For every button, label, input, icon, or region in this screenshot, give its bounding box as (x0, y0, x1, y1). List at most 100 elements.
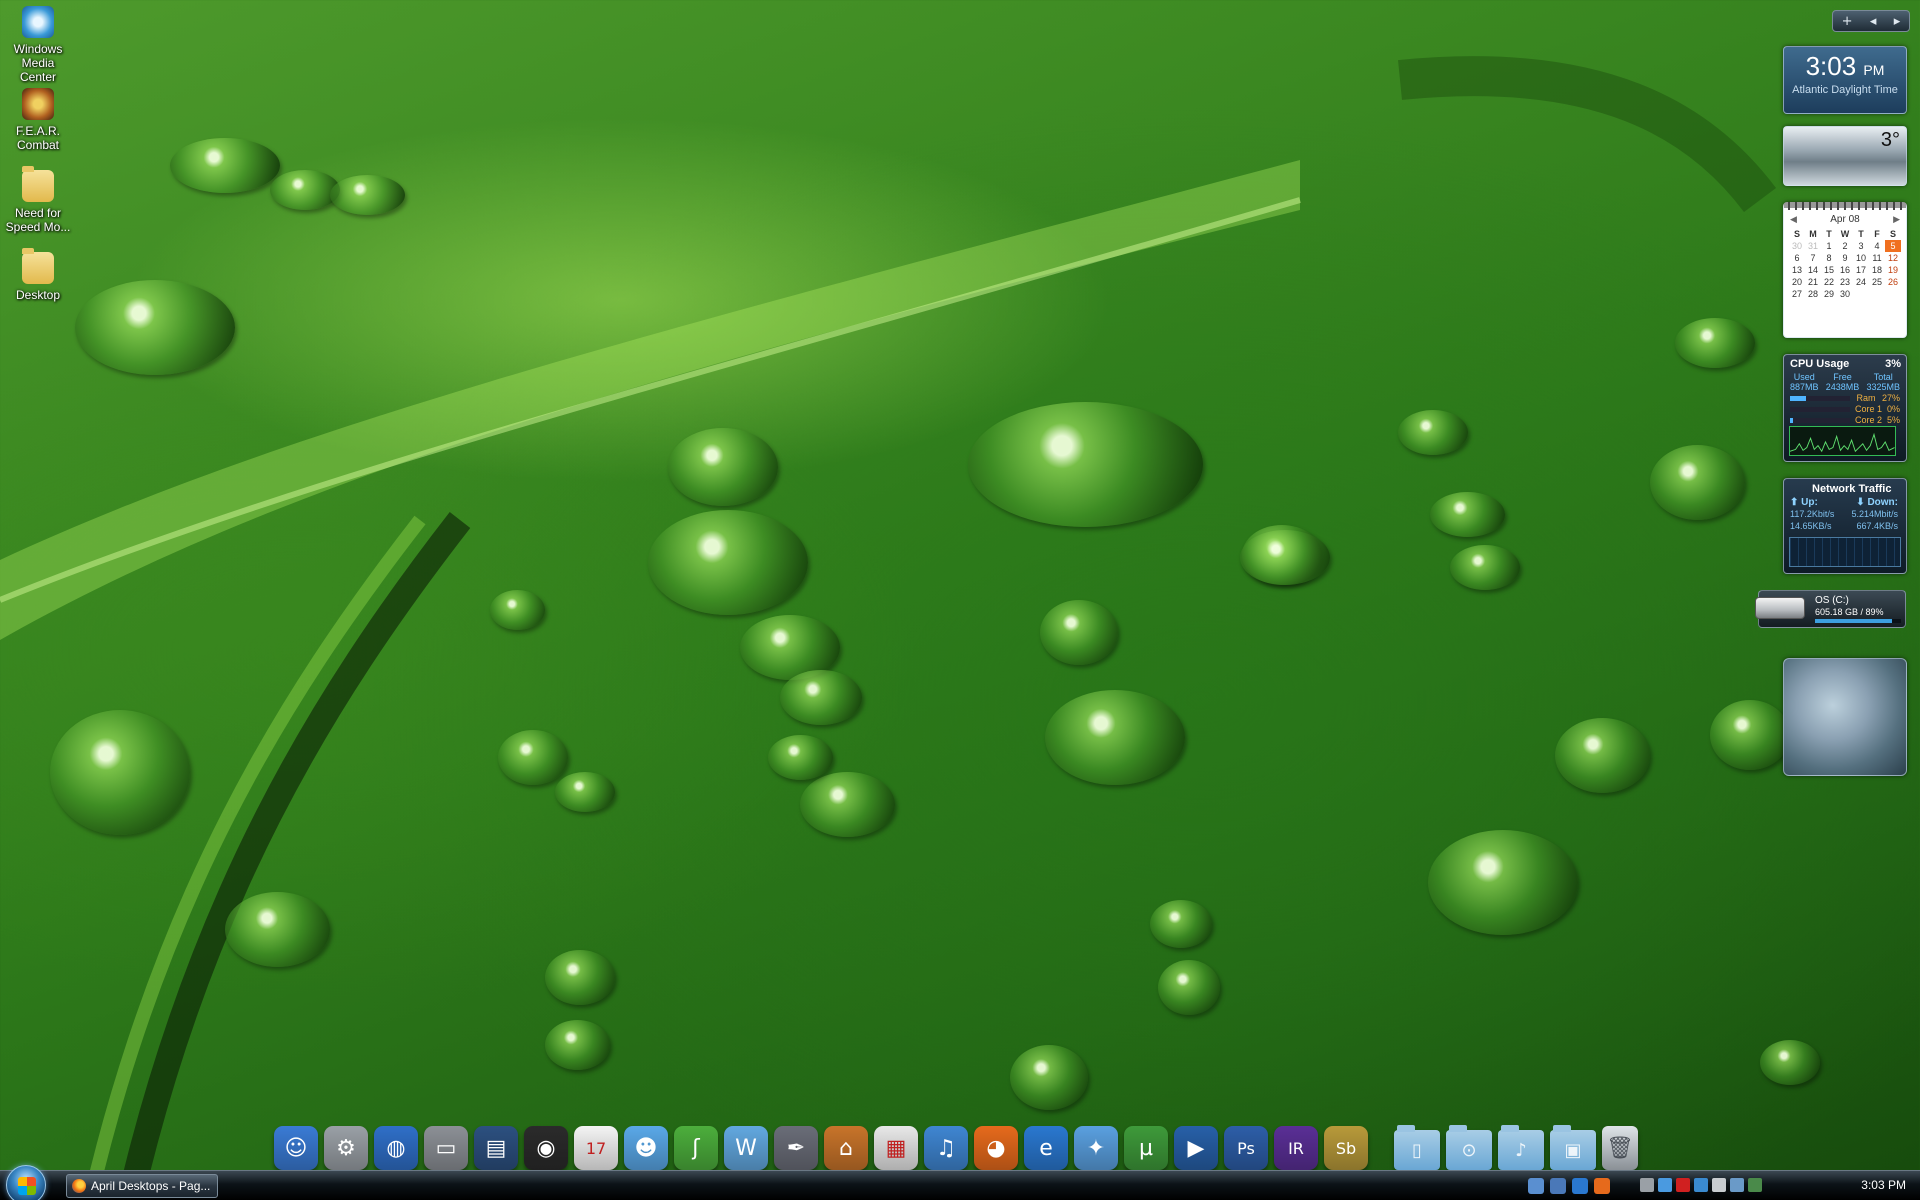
desktop-icon-need-for-speed[interactable]: Need for Speed Mo... (2, 166, 74, 234)
calendar-day[interactable]: 1 (1821, 240, 1837, 252)
calendar-day[interactable]: 12 (1885, 252, 1901, 264)
calendar-rings (1788, 202, 1902, 210)
calendar-day[interactable]: 3 (1853, 240, 1869, 252)
media-player-icon[interactable]: ▶ (1174, 1126, 1218, 1170)
chart-icon[interactable]: ▦ (874, 1126, 918, 1170)
calendar-day[interactable]: 10 (1853, 252, 1869, 264)
cpu-row-label: Core 2 (1854, 415, 1882, 425)
calendar-prev-icon[interactable]: ◀ (1790, 214, 1797, 225)
calendar-day[interactable]: 29 (1821, 288, 1837, 300)
dock-icon-glyph: ◕ (986, 1135, 1006, 1161)
calendar-day[interactable]: 6 (1789, 252, 1805, 264)
calendar-day[interactable]: 8 (1821, 252, 1837, 264)
dock-icon-glyph: ◉ (536, 1135, 556, 1161)
taskbar-window-button[interactable]: April Desktops - Pag... (66, 1174, 218, 1198)
desktop-icon-fear-combat[interactable]: F.E.A.R. Combat (2, 88, 74, 152)
calendar-day[interactable]: 18 (1869, 264, 1885, 276)
calendar-day[interactable]: 25 (1869, 276, 1885, 288)
update-icon[interactable] (1694, 1178, 1708, 1192)
pen-tool-icon[interactable]: ✒ (774, 1126, 818, 1170)
add-gadget-button[interactable]: + (1842, 14, 1853, 29)
start-button[interactable] (6, 1165, 46, 1200)
music-stack-icon[interactable]: ♪ (1498, 1125, 1544, 1170)
calendar-day[interactable]: 26 (1885, 276, 1901, 288)
messenger-icon[interactable]: ☻ (624, 1126, 668, 1170)
utorrent-icon[interactable]: µ (1124, 1126, 1168, 1170)
antivirus-icon[interactable] (1676, 1178, 1690, 1192)
desktop-icon-windows-media-center[interactable]: Windows Media Center (2, 6, 74, 84)
calendar-day[interactable]: 23 (1837, 276, 1853, 288)
calendar-day[interactable]: 2 (1837, 240, 1853, 252)
desktop-icon-desktop[interactable]: Desktop (2, 248, 74, 302)
calendar-day[interactable]: 28 (1805, 288, 1821, 300)
taskbar-clock[interactable]: 3:03 PM (1861, 1178, 1906, 1192)
network-icon[interactable] (1658, 1178, 1672, 1192)
pictures-stack-icon[interactable]: ▣ (1550, 1125, 1596, 1170)
switch-windows-icon[interactable] (1550, 1178, 1566, 1194)
system-preferences-icon[interactable]: ⚙ (324, 1126, 368, 1170)
camera-lens-icon[interactable]: ◉ (524, 1126, 568, 1170)
calendar-day[interactable]: 15 (1821, 264, 1837, 276)
hard-drive-icon (1755, 597, 1805, 619)
dreamweaver-icon[interactable]: ʃ (674, 1126, 718, 1170)
calendar-day[interactable]: 14 (1805, 264, 1821, 276)
volume-icon[interactable] (1712, 1178, 1726, 1192)
next-page-button[interactable]: ▸ (1894, 14, 1901, 29)
calendar-day[interactable]: 31 (1805, 240, 1821, 252)
calendar-day[interactable]: 11 (1869, 252, 1885, 264)
calendar-day[interactable]: 4 (1869, 240, 1885, 252)
media-strip-icon[interactable]: ▤ (474, 1126, 518, 1170)
word-icon[interactable]: W (724, 1126, 768, 1170)
show-desktop-icon[interactable] (1528, 1178, 1544, 1194)
trash-icon[interactable]: 🗑 (1602, 1126, 1638, 1170)
calendar-day[interactable]: 7 (1805, 252, 1821, 264)
stack-glyph: ♪ (1515, 1139, 1527, 1161)
keynote-icon[interactable]: ⌂ (824, 1126, 868, 1170)
calendar-day[interactable]: 30 (1789, 240, 1805, 252)
photoshop-icon[interactable]: Ps (1224, 1126, 1268, 1170)
calendar-day[interactable]: 21 (1805, 276, 1821, 288)
calendar-week-row: 6 7 8 9 10 11 12 (1789, 252, 1901, 264)
weather-gadget[interactable]: 3° (1783, 126, 1907, 186)
calendar-next-icon[interactable]: ▶ (1893, 214, 1900, 225)
itunes-icon[interactable]: ♫ (924, 1126, 968, 1170)
calendar-icon[interactable]: 17 (574, 1126, 618, 1170)
calendar-gadget[interactable]: ◀ Apr 08 ▶ S M T W T F S 30 31 1 2 3 4 5 6 7 8 9 10 11 12 13 1… (1783, 202, 1907, 338)
network-traffic-gadget[interactable]: Network Traffic ⬆ Up: ⬇ Down: 117.2Kbit/… (1783, 478, 1907, 574)
calendar-day[interactable]: 16 (1837, 264, 1853, 276)
soundbooth-icon[interactable]: Sb (1324, 1126, 1368, 1170)
network-globe-icon[interactable]: ◍ (374, 1126, 418, 1170)
documents-stack-icon[interactable]: ▯ (1394, 1125, 1440, 1170)
previous-page-button[interactable]: ◂ (1870, 14, 1877, 29)
firefox-icon[interactable] (1594, 1178, 1610, 1194)
finder-icon[interactable]: ☺ (274, 1126, 318, 1170)
calendar-day[interactable]: 13 (1789, 264, 1805, 276)
calendar-day[interactable]: 20 (1789, 276, 1805, 288)
calendar-day[interactable]: 30 (1837, 288, 1853, 300)
internet-explorer-icon[interactable] (1572, 1178, 1588, 1194)
safely-remove-icon[interactable] (1748, 1178, 1762, 1192)
calendar-day[interactable]: 22 (1821, 276, 1837, 288)
calendar-day[interactable]: 9 (1837, 252, 1853, 264)
cpu-usage-gadget[interactable]: CPU Usage 3% Used 887MB Free 2438MB Total 3… (1783, 354, 1907, 462)
calendar-day[interactable]: 17 (1853, 264, 1869, 276)
stack-glyph: ⊙ (1461, 1139, 1477, 1161)
calendar-day[interactable]: 5 (1885, 240, 1901, 252)
calendar-day[interactable]: 27 (1789, 288, 1805, 300)
cpu-graph (1789, 426, 1896, 456)
desktop-icon-label: Need for Speed Mo... (5, 206, 71, 234)
internet-explorer-icon[interactable]: e (1024, 1126, 1068, 1170)
dock-icon-glyph: Ps (1237, 1138, 1255, 1158)
calendar-day[interactable]: 19 (1885, 264, 1901, 276)
illustrator-icon[interactable]: IR (1274, 1126, 1318, 1170)
hard-drive-icon[interactable]: ▭ (424, 1126, 468, 1170)
calendar-day[interactable]: 24 (1853, 276, 1869, 288)
expand-icon[interactable] (1640, 1178, 1654, 1192)
safari-icon[interactable]: ✦ (1074, 1126, 1118, 1170)
firefox-icon[interactable]: ◕ (974, 1126, 1018, 1170)
clock-gadget[interactable]: 3:03 PM Atlantic Daylight Time (1783, 46, 1907, 114)
downloads-stack-icon[interactable]: ⊙ (1446, 1125, 1492, 1170)
slideshow-gadget[interactable] (1783, 658, 1907, 776)
drive-meter-gadget[interactable]: OS (C:) 605.18 GB / 89% (1755, 590, 1906, 628)
pen-icon[interactable] (1730, 1178, 1744, 1192)
